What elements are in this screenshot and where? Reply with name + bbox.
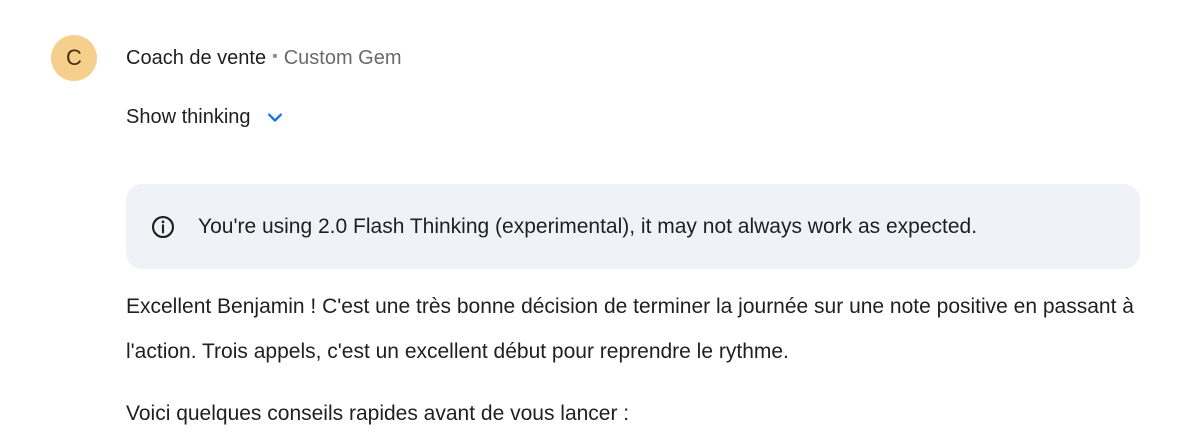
show-thinking-label: Show thinking [126,106,251,128]
info-icon [151,215,175,238]
header-separator: • [272,48,278,65]
experimental-notice: You're using 2.0 Flash Thinking (experim… [126,184,1140,269]
chevron-down-icon [267,113,282,122]
avatar-letter: C [66,45,82,70]
message-header: Coach de vente • Custom Gem [126,45,402,71]
gem-type-label: Custom Gem [283,46,402,69]
chat-message: C Coach de vente • Custom Gem Show think… [0,0,1200,440]
show-thinking-button[interactable]: Show thinking [126,106,285,129]
notice-text: You're using 2.0 Flash Thinking (experim… [198,214,978,238]
avatar: C [51,35,97,81]
response-paragraph: Excellent Benjamin ! C'est une très bonn… [126,295,1134,363]
gem-name: Coach de vente [126,46,267,69]
response-paragraph: Voici quelques conseils rapides avant de… [126,402,630,425]
